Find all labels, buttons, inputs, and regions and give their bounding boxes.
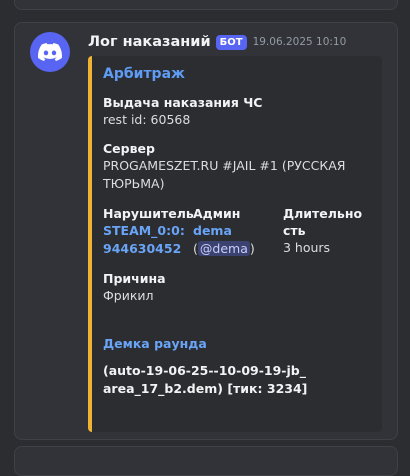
bot-badge: БОТ [215, 34, 247, 50]
field-punishment-name: Выдача наказания ЧС [103, 95, 263, 110]
embed-card: Арбитраж Выдача наказания ЧС rest id: 60… [88, 56, 382, 432]
field-reason: Причина Фрикил [103, 270, 303, 305]
field-offender-name: Нарушитель [103, 206, 194, 221]
message-timestamp: 19.06.2025 10:10 [252, 36, 347, 48]
previous-message-card [14, 0, 398, 10]
field-duration-value: 3 hours [283, 240, 331, 255]
offender-steam-id-line2: 944630452 [103, 241, 182, 256]
field-server-value: PROGAMESZET.RU #JAIL #1 (РУССКАЯ ТЮРЬМА) [103, 158, 346, 191]
mention-close-paren: ) [249, 241, 255, 256]
admin-mention[interactable]: @dema [197, 241, 250, 256]
bot-avatar[interactable] [30, 32, 70, 72]
offender-steam-id-link[interactable]: STEAM_0:0: 944630452 [103, 222, 191, 258]
admin-name-link[interactable]: dema [193, 222, 281, 240]
offender-steam-id-line1: STEAM_0:0: [103, 223, 185, 238]
field-reason-value: Фрикил [103, 288, 154, 303]
demo-title: Демка раунда [103, 336, 207, 351]
demo-file-text: (auto-19-06-25--10-09-19-jb_area_17_b2.d… [103, 363, 308, 396]
field-duration-name: Длительность [283, 206, 363, 238]
field-offender: Нарушитель STEAM_0:0: 944630452 [103, 205, 194, 258]
discord-logo-icon [38, 43, 62, 61]
field-duration: Длительность 3 hours [283, 205, 369, 257]
field-admin: Админ dema (@dema) [193, 205, 281, 258]
admin-mention-line: (@dema) [193, 240, 281, 258]
author-username[interactable]: Лог наказаний [88, 34, 211, 50]
field-server-name: Сервер [103, 141, 155, 156]
field-admin-name: Админ [193, 206, 241, 221]
embed-title: Арбитраж [103, 66, 185, 82]
field-server: Сервер PROGAMESZET.RU #JAIL #1 (РУССКАЯ … [103, 140, 371, 193]
field-punishment-value: rest id: 60568 [103, 112, 191, 127]
field-reason-name: Причина [103, 271, 166, 286]
next-message-card [14, 446, 398, 476]
message-header: Лог наказаний БОТ 19.06.2025 10:10 [88, 32, 346, 52]
field-punishment: Выдача наказания ЧС rest id: 60568 [103, 94, 363, 129]
